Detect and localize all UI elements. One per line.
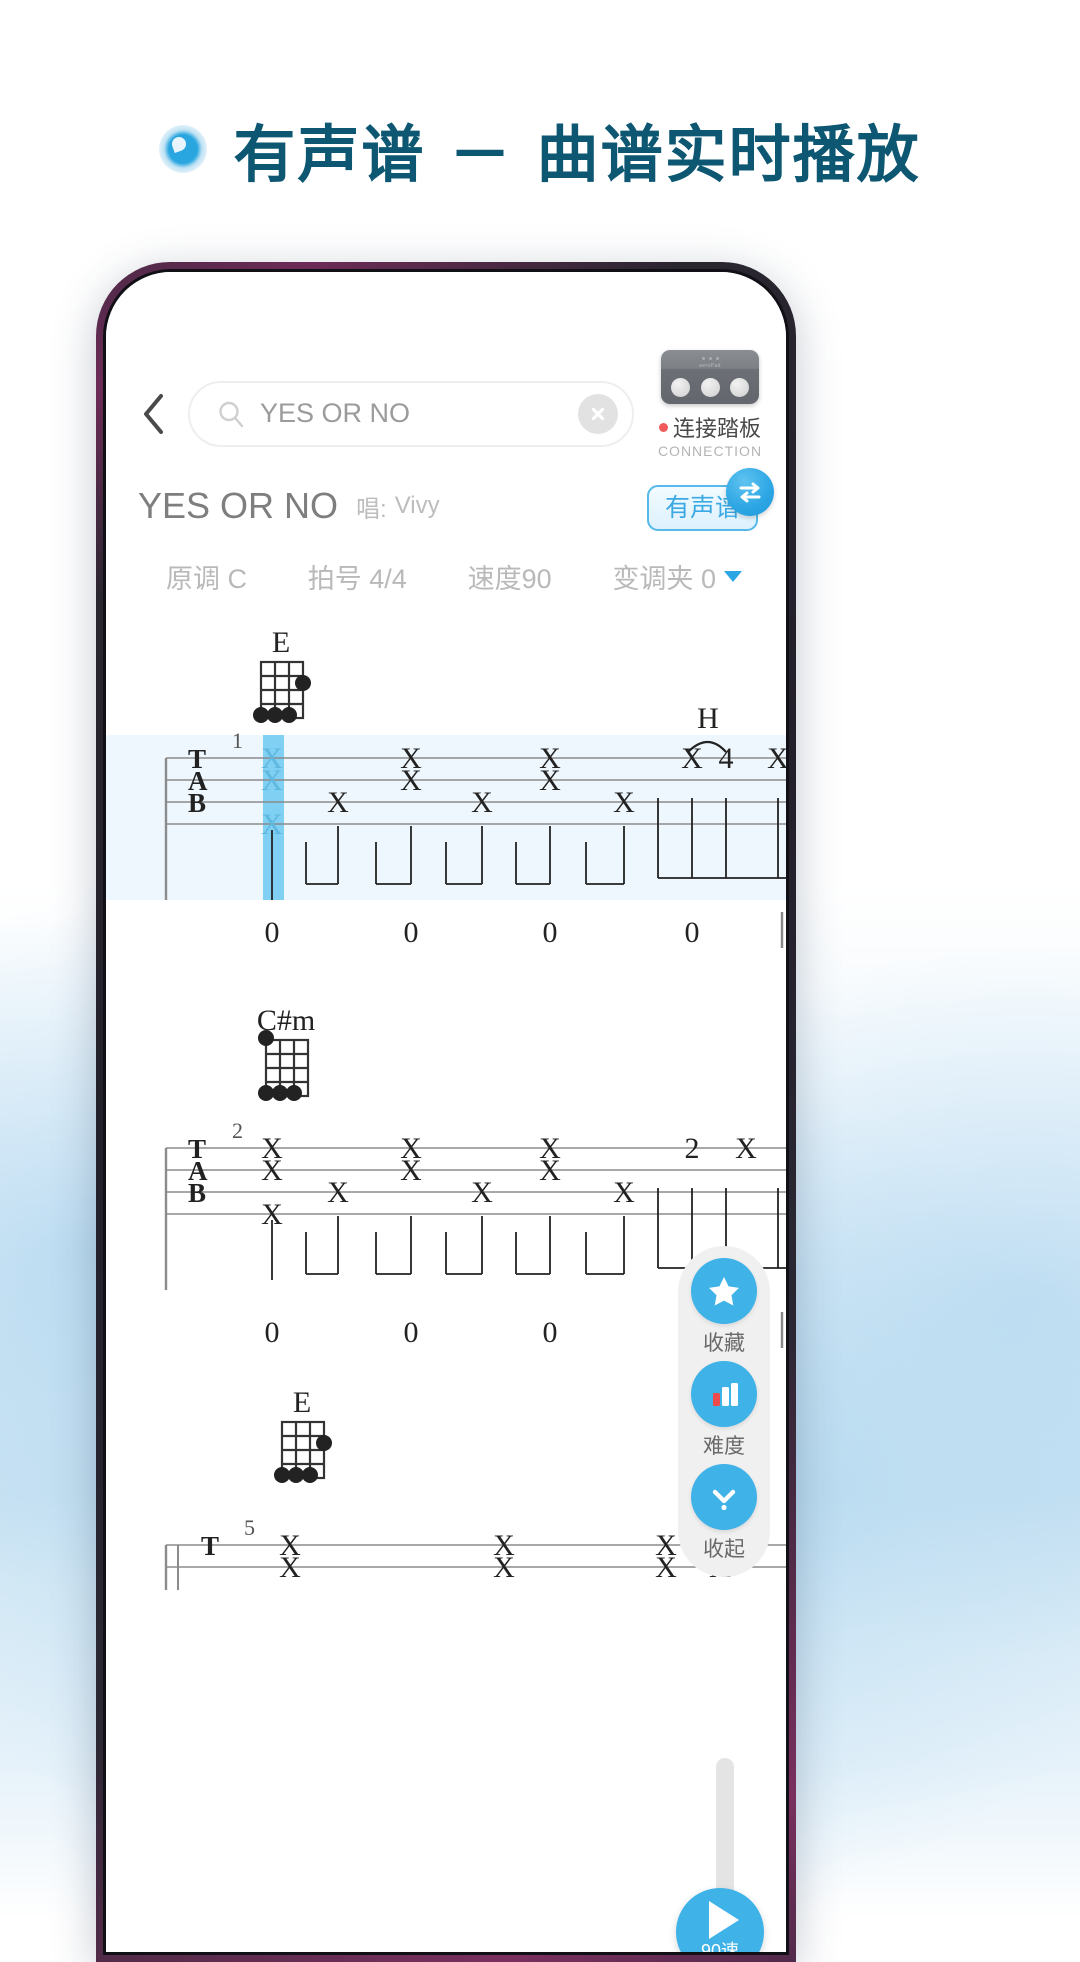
search-input[interactable]: YES OR NO	[188, 380, 634, 447]
svg-text:B: B	[188, 1178, 206, 1208]
meta-capo-label: 变调夹 0	[612, 564, 716, 594]
svg-text:0: 0	[265, 1316, 280, 1349]
tab-marks-2: XXX X XX X XX X 2 X 2	[261, 1132, 757, 1231]
svg-text:X: X	[261, 764, 283, 797]
pedal-connection-widget[interactable]: aeroPad 连接踏板 CONNECTION	[656, 350, 764, 459]
svg-text:X: X	[400, 1154, 422, 1187]
svg-text:0: 0	[404, 916, 419, 949]
svg-text:X: X	[655, 1551, 677, 1584]
song-meta-row: 原调 C 拍号 4/4 速度90 变调夹 0	[106, 527, 786, 596]
song-singer-name: Vivy	[394, 492, 440, 519]
svg-text:X: X	[539, 764, 561, 797]
chord-diagram-1	[259, 660, 305, 720]
collapse-label: 收起	[703, 1538, 745, 1561]
svg-text:X: X	[261, 1154, 283, 1187]
meta-key: 原调 C	[166, 564, 247, 594]
floating-action-column: 收藏 难度 收起	[678, 1246, 770, 1577]
search-icon	[216, 399, 246, 429]
status-dot-icon	[658, 422, 668, 432]
svg-text:X: X	[400, 764, 422, 797]
svg-text:0: 0	[685, 916, 700, 949]
chord-diagram-2	[264, 1038, 310, 1098]
svg-text:X: X	[767, 742, 786, 775]
svg-text:0: 0	[543, 916, 558, 949]
chord-diagram-3	[280, 1420, 326, 1480]
measure-number-3: 5	[244, 1515, 255, 1540]
search-query-text: YES OR NO	[260, 398, 411, 428]
meta-capo[interactable]: 变调夹 0	[612, 557, 742, 596]
pedal-label-row: 连接踏板	[658, 411, 761, 443]
chevron-down-icon	[723, 571, 742, 582]
chord-name-3: E	[293, 1386, 311, 1419]
pedal-label-cn: 连接踏板	[672, 416, 761, 441]
chevron-down-circle-icon	[691, 1464, 757, 1530]
svg-text:2: 2	[685, 1132, 700, 1165]
pedal-vent-dots	[661, 357, 759, 360]
articulation-H-1: H	[697, 702, 719, 735]
bar-chart-icon	[691, 1361, 757, 1427]
app-screen: YES OR NO aeroPad 连接踏板 CONNECTION YES OR…	[106, 272, 786, 1952]
song-singer-prefix: 唱:	[356, 495, 387, 523]
beat-numbers-1: 0 0 0 0	[265, 916, 700, 949]
song-header: YES OR NO 唱: Vivy 有声谱	[106, 459, 786, 531]
favorite-label: 收藏	[703, 1332, 745, 1355]
blue-dot-icon	[159, 125, 208, 173]
difficulty-button[interactable]: 难度	[691, 1361, 757, 1460]
svg-text:X: X	[613, 1176, 635, 1209]
meta-time-signature: 拍号 4/4	[307, 564, 407, 594]
svg-text:X: X	[613, 786, 635, 819]
chord-name-1: E	[272, 630, 290, 659]
clear-circle-icon[interactable]	[578, 393, 618, 434]
measure-number-2: 2	[232, 1118, 243, 1143]
svg-text:X: X	[493, 1551, 515, 1584]
svg-text:X: X	[279, 1551, 301, 1584]
phone-screen-bezel: YES OR NO aeroPad 连接踏板 CONNECTION YES OR…	[103, 269, 789, 1955]
svg-text:T: T	[201, 1531, 219, 1561]
phone-mockup: YES OR NO aeroPad 连接踏板 CONNECTION YES OR…	[96, 262, 796, 1962]
back-chevron-icon[interactable]	[134, 388, 174, 440]
pedal-brand-text: aeroPad	[699, 363, 721, 369]
svg-text:0: 0	[265, 916, 280, 949]
tab-marks-3: XX XX XX XX	[279, 1529, 731, 1584]
meta-tempo: 速度90	[467, 564, 552, 594]
play-speed-label: 90速	[700, 1941, 740, 1952]
play-icon	[708, 1901, 739, 1939]
audio-score-badge-group: 有声谱	[646, 468, 774, 531]
staff-letter-B: B	[188, 788, 206, 818]
headline: 有声谱 － 曲谱实时播放	[0, 104, 1080, 194]
svg-text:0: 0	[404, 1316, 419, 1349]
svg-text:X: X	[327, 1176, 349, 1209]
svg-text:X: X	[471, 1176, 493, 1209]
star-icon	[691, 1258, 757, 1324]
difficulty-label: 难度	[703, 1435, 745, 1458]
play-button[interactable]: 90速	[676, 1888, 764, 1952]
tablature-sheet: E T A B 1 X X X X X X X X X X X 4 H 0 0 …	[106, 626, 786, 1952]
headline-text: 有声谱 － 曲谱实时播放	[233, 118, 921, 191]
app-topbar: YES OR NO aeroPad 连接踏板 CONNECTION	[106, 272, 786, 459]
measure-number-1: 1	[232, 728, 243, 753]
swap-arrows-icon[interactable]	[726, 468, 774, 516]
svg-text:X: X	[327, 786, 349, 819]
svg-text:X: X	[539, 1154, 561, 1187]
collapse-button[interactable]: 收起	[691, 1464, 757, 1563]
beat-numbers-2: 0 0 0 0	[265, 1316, 700, 1349]
song-title: YES OR NO	[138, 485, 339, 526]
pedal-buttons	[661, 378, 759, 397]
foot-pedal-icon: aeroPad	[661, 350, 759, 404]
svg-text:0: 0	[543, 1316, 558, 1349]
svg-text:X: X	[471, 786, 493, 819]
pedal-label-en: CONNECTION	[657, 443, 763, 459]
favorite-button[interactable]: 收藏	[691, 1258, 757, 1357]
svg-text:X: X	[735, 1132, 757, 1165]
